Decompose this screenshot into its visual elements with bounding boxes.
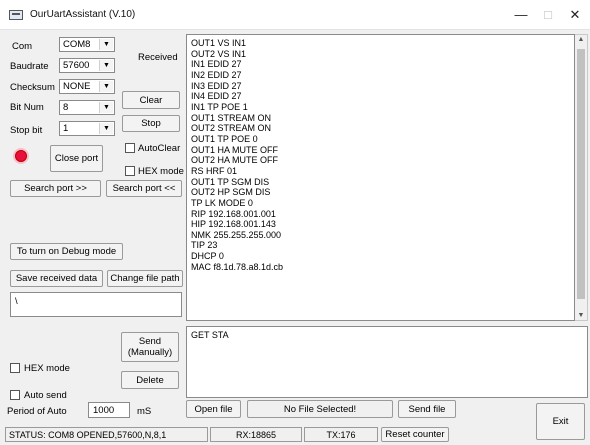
- debug-mode-button[interactable]: To turn on Debug mode: [10, 243, 123, 260]
- com-label: Com: [12, 41, 33, 52]
- send-text: GET STA: [191, 330, 229, 340]
- received-scrollbar[interactable]: ▲ ▼: [575, 34, 588, 321]
- file-status-field: No File Selected!: [247, 400, 393, 418]
- window-title: OurUartAssistant (V.10): [30, 9, 136, 20]
- received-line: OUT2 VS IN1: [191, 48, 247, 59]
- received-line: IN3 EDID 27: [191, 80, 242, 91]
- chevron-down-icon: ▼: [99, 39, 113, 50]
- received-line: OUT1 STREAM ON: [191, 112, 272, 123]
- chevron-down-icon: ▼: [99, 60, 113, 71]
- receive-hex-mode-label: HEX mode: [138, 166, 184, 177]
- minimize-button[interactable]: —: [508, 6, 534, 24]
- checksum-value: NONE: [63, 81, 91, 92]
- received-line: IN4 EDID 27: [191, 91, 242, 102]
- received-line: IN1 EDID 27: [191, 59, 242, 70]
- stopbit-label: Stop bit: [10, 125, 43, 136]
- send-text-area[interactable]: GET STA: [186, 326, 588, 398]
- autoclear-label: AutoClear: [138, 143, 181, 154]
- received-label: Received: [138, 52, 178, 63]
- period-input[interactable]: 1000: [88, 402, 130, 418]
- period-label: Period of Auto: [7, 406, 67, 417]
- received-line: OUT1 HA MUTE OFF: [191, 144, 279, 155]
- send-manually-button[interactable]: Send (Manually): [121, 332, 179, 362]
- app-icon: [9, 10, 23, 20]
- checksum-label: Checksum: [10, 82, 55, 93]
- save-received-data-button[interactable]: Save received data: [10, 270, 103, 287]
- received-line: DHCP 0: [191, 251, 224, 262]
- com-select[interactable]: COM8 ▼: [59, 37, 115, 52]
- checksum-select[interactable]: NONE ▼: [59, 79, 115, 94]
- rx-counter: RX:18865: [210, 427, 302, 442]
- baudrate-select[interactable]: 57600 ▼: [59, 58, 115, 73]
- stopbit-select[interactable]: 1 ▼: [59, 121, 115, 136]
- file-path-field[interactable]: \: [10, 292, 182, 317]
- change-file-path-button[interactable]: Change file path: [107, 270, 183, 287]
- received-line: OUT2 HA MUTE OFF: [191, 155, 279, 166]
- received-line: MAC f8.1d.78.a8.1d.cb: [191, 261, 284, 272]
- received-line: RS HRF 01: [191, 165, 238, 176]
- baudrate-label: Baudrate: [10, 61, 49, 72]
- bitnum-value: 8: [63, 102, 69, 113]
- delete-button[interactable]: Delete: [121, 371, 179, 389]
- open-file-button[interactable]: Open file: [186, 400, 241, 418]
- receive-hex-mode-checkbox[interactable]: [125, 166, 135, 176]
- exit-button[interactable]: Exit: [536, 403, 585, 440]
- send-hex-mode-label: HEX mode: [24, 363, 70, 374]
- received-line: IN2 EDID 27: [191, 69, 242, 80]
- stop-button[interactable]: Stop: [122, 115, 180, 132]
- stopbit-value: 1: [63, 123, 69, 134]
- received-line: NMK 255.255.255.000: [191, 229, 282, 240]
- search-port-next-button[interactable]: Search port >>: [10, 180, 101, 197]
- maximize-button[interactable]: □: [535, 6, 561, 24]
- auto-send-label: Auto send: [24, 390, 67, 401]
- bitnum-select[interactable]: 8 ▼: [59, 100, 115, 115]
- received-line: OUT1 TP SGM DIS: [191, 176, 270, 187]
- chevron-down-icon: ▼: [99, 123, 113, 134]
- received-line: IN1 TP POE 1: [191, 101, 248, 112]
- received-line: RIP 192.168.001.001: [191, 208, 276, 219]
- scroll-up-icon[interactable]: ▲: [575, 36, 587, 43]
- clear-button[interactable]: Clear: [122, 91, 180, 109]
- autoclear-checkbox[interactable]: [125, 143, 135, 153]
- received-line: OUT2 HP SGM DIS: [191, 187, 271, 198]
- search-port-prev-button[interactable]: Search port <<: [106, 180, 182, 197]
- chevron-down-icon: ▼: [99, 81, 113, 92]
- reset-counter-button[interactable]: Reset counter: [381, 427, 449, 442]
- send-file-button[interactable]: Send file: [398, 400, 456, 418]
- auto-send-checkbox[interactable]: [10, 390, 20, 400]
- received-line: HIP 192.168.001.143: [191, 219, 276, 230]
- com-value: COM8: [63, 39, 91, 50]
- received-line: OUT1 TP POE 0: [191, 133, 258, 144]
- send-hex-mode-checkbox[interactable]: [10, 363, 20, 373]
- received-line: TP LK MODE 0: [191, 197, 253, 208]
- port-status-led-icon: [15, 150, 27, 162]
- bitnum-label: Bit Num: [10, 102, 44, 113]
- tx-counter: TX:176: [304, 427, 378, 442]
- received-line: OUT2 STREAM ON: [191, 123, 272, 134]
- close-window-button[interactable]: ✕: [562, 6, 588, 24]
- received-line: TIP 23: [191, 240, 218, 251]
- scroll-down-icon[interactable]: ▼: [575, 312, 587, 319]
- baudrate-value: 57600: [63, 60, 90, 71]
- status-text: STATUS: COM8 OPENED,57600,N,8,1: [5, 427, 208, 442]
- scrollbar-thumb[interactable]: [577, 49, 585, 299]
- received-line: OUT1 VS IN1: [191, 38, 247, 48]
- chevron-down-icon: ▼: [99, 102, 113, 113]
- received-data-area[interactable]: OUT1 VS IN1 OUT2 VS IN1 IN1 EDID 27 IN2 EDI…: [186, 34, 575, 321]
- period-unit-label: mS: [137, 406, 152, 417]
- close-port-button[interactable]: Close port: [50, 145, 103, 172]
